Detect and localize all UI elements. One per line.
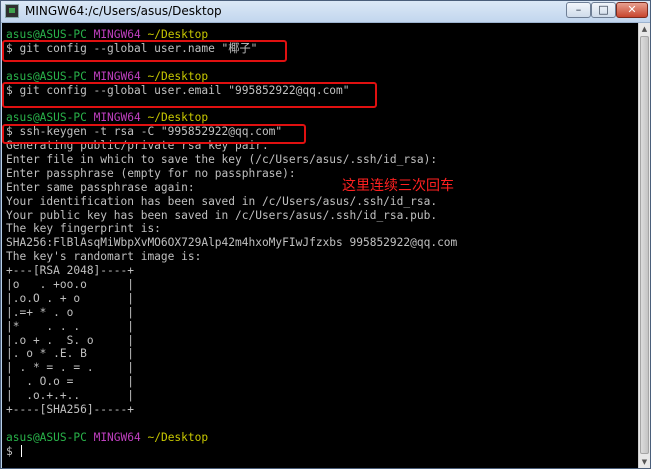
output-line: Enter same passphrase again: — [6, 181, 636, 195]
mingw-app-icon[interactable] — [5, 4, 19, 18]
line-text: | . * = . = . | — [6, 361, 134, 375]
input-line: $ — [6, 444, 636, 459]
line-text: |.=+ * . o | — [6, 305, 134, 319]
output-line: The key fingerprint is: — [6, 222, 636, 236]
text-cursor — [21, 444, 23, 457]
line-text: |* . . . | — [6, 319, 134, 333]
output-line: The key's randomart image is: — [6, 250, 636, 264]
prompt-env: MINGW64 — [93, 430, 141, 444]
title-bar[interactable]: MINGW64:/c/Users/asus/Desktop – □ ✕ — [1, 1, 650, 23]
output-line: |.o + . S. o | — [6, 334, 636, 348]
annotation-text: 这里连续三次回车 — [342, 178, 454, 194]
prompt-user: asus@ASUS-PC — [6, 430, 87, 444]
prompt-path: ~/Desktop — [147, 430, 209, 444]
line-text: Enter file in which to save the key (/c/… — [6, 153, 438, 167]
prompt-user: asus@ASUS-PC — [6, 69, 87, 83]
output-line: | . O.o = | — [6, 375, 636, 389]
line-text: The key's randomart image is: — [6, 250, 202, 264]
output-line: | . * = . = . | — [6, 361, 636, 375]
prompt-path: ~/Desktop — [147, 111, 209, 125]
output-line: Enter file in which to save the key (/c/… — [6, 153, 636, 167]
output-line: Enter passphrase (empty for no passphras… — [6, 167, 636, 181]
line-text: SHA256:FlBlAsqMiWbpXvMO6OX729Alp42m4hxoM… — [6, 236, 458, 250]
line-text: |.o.O . + o | — [6, 291, 134, 305]
highlight-box-email-command — [2, 82, 377, 108]
line-text: Your public key has been saved in /c/Use… — [6, 208, 438, 222]
output-line: | .o.+.+.. | — [6, 389, 636, 403]
output-line: |* . . . | — [6, 320, 636, 334]
scroll-down-arrow-icon[interactable]: ▼ — [639, 456, 650, 468]
minimize-button[interactable]: – — [566, 2, 591, 18]
scroll-up-arrow-icon[interactable]: ▲ — [639, 23, 650, 35]
output-line: |.o.O . + o | — [6, 292, 636, 306]
output-line: |o . +oo.o | — [6, 278, 636, 292]
scrollbar-thumb[interactable] — [640, 36, 649, 454]
prompt-path: ~/Desktop — [147, 69, 209, 83]
output-line: Your public key has been saved in /c/Use… — [6, 209, 636, 223]
line-text: | . O.o = | — [6, 375, 134, 389]
line-text: $ — [6, 444, 20, 458]
line-text: | .o.+.+.. | — [6, 389, 134, 403]
terminal-window: MINGW64:/c/Users/asus/Desktop – □ ✕ asus… — [0, 0, 651, 469]
prompt-user: asus@ASUS-PC — [6, 111, 87, 125]
output-line: +---[RSA 2048]----+ — [6, 264, 636, 278]
highlight-box-ssh-keygen-command — [2, 124, 306, 144]
output-line: SHA256:FlBlAsqMiWbpXvMO6OX729Alp42m4hxoM… — [6, 236, 636, 250]
line-text: Enter same passphrase again: — [6, 180, 195, 194]
output-line: |. o * .E. B | — [6, 347, 636, 361]
prompt-env: MINGW64 — [93, 111, 141, 125]
line-text: |. o * .E. B | — [6, 347, 134, 361]
line-text: |o . +oo.o | — [6, 278, 134, 292]
vertical-scrollbar[interactable]: ▲ ▼ — [638, 23, 650, 468]
output-line: |.=+ * . o | — [6, 306, 636, 320]
line-text: Enter passphrase (empty for no passphras… — [6, 166, 296, 180]
line-text: +----[SHA256]-----+ — [6, 403, 134, 417]
prompt-env: MINGW64 — [93, 69, 141, 83]
terminal-output[interactable]: asus@ASUS-PC MINGW64 ~/Desktop $ git conf… — [2, 23, 638, 468]
window-title: MINGW64:/c/Users/asus/Desktop — [25, 4, 222, 18]
line-text: Your identification has been saved in /c… — [6, 194, 438, 208]
prompt-line: asus@ASUS-PC MINGW64 ~/Desktop — [6, 431, 636, 445]
line-text: The key fingerprint is: — [6, 222, 161, 236]
line-text: |.o + . S. o | — [6, 333, 134, 347]
line-text: +---[RSA 2048]----+ — [6, 264, 134, 278]
close-button[interactable]: ✕ — [616, 2, 648, 18]
maximize-button[interactable]: □ — [591, 2, 616, 18]
output-line: +----[SHA256]-----+ — [6, 403, 636, 417]
highlight-box-username-command — [2, 40, 287, 62]
output-line: Your identification has been saved in /c… — [6, 195, 636, 209]
